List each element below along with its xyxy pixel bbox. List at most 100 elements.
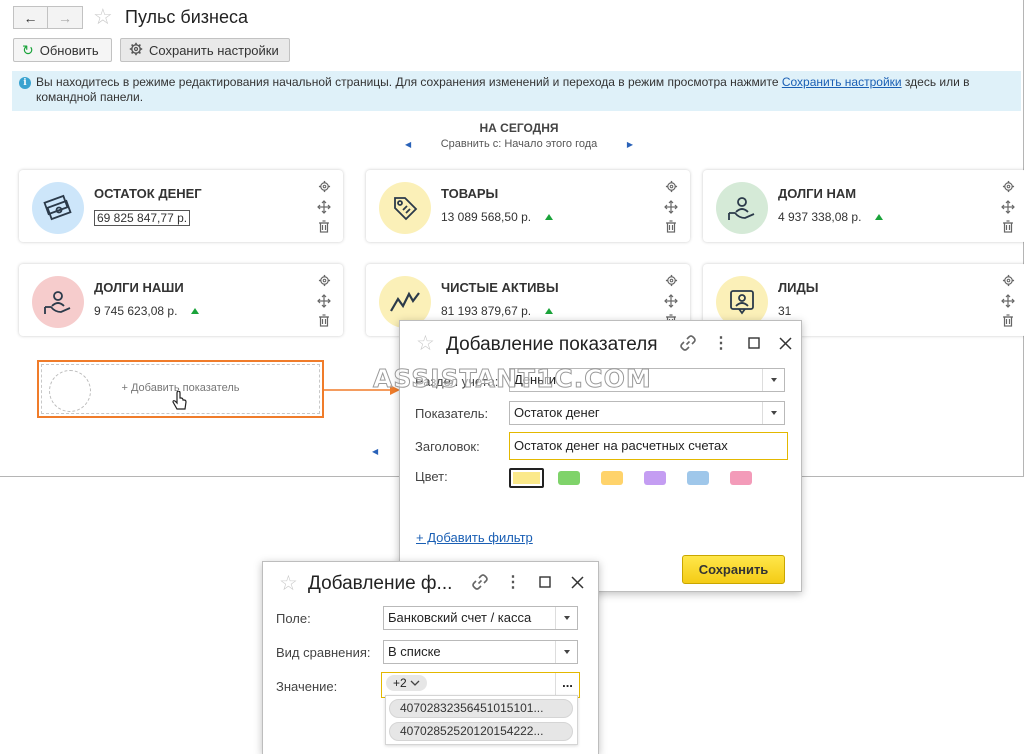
indicator-value: Остаток денег — [514, 405, 600, 420]
move-icon[interactable] — [1001, 199, 1015, 214]
field-select[interactable]: Банковский счет / касса — [383, 606, 578, 630]
save-settings-link[interactable]: Сохранить настройки — [782, 75, 902, 89]
gear-icon[interactable] — [1001, 273, 1015, 288]
indicator-card[interactable]: ТОВАРЫ 13 089 568,50 р. — [366, 170, 690, 242]
color-swatch-selected[interactable] — [509, 468, 544, 488]
maximize-icon[interactable] — [536, 573, 554, 591]
value-label: Значение: — [276, 679, 338, 694]
dialog-header: ☆ Добавление ф... ⋮ — [263, 562, 598, 606]
gear-icon — [129, 42, 143, 59]
gear-icon[interactable] — [317, 179, 331, 194]
dropdown-button[interactable] — [555, 607, 577, 629]
indicator-card[interactable]: ОСТАТОК ДЕНЕГ 69 825 847,77 р. — [19, 170, 343, 242]
gear-icon[interactable] — [664, 273, 678, 288]
chevron-down-icon — [563, 650, 570, 654]
card-tools — [1001, 179, 1015, 234]
add-filter-dialog: ☆ Добавление ф... ⋮ Поле: Банковский сче… — [262, 561, 599, 754]
watermark: ASSISTANT1C.COM — [373, 364, 652, 394]
close-icon[interactable] — [776, 334, 794, 352]
compare-period: ◀ Сравнить с: Начало этого года ▶ — [405, 138, 633, 150]
prev-arrow-icon[interactable]: ◀ — [372, 447, 378, 456]
dropdown-button[interactable] — [762, 402, 784, 424]
trash-icon[interactable] — [1001, 219, 1015, 234]
color-swatch-green[interactable] — [558, 471, 580, 485]
arrow-left-icon: ← — [23, 9, 38, 26]
refresh-label: Обновить — [39, 42, 99, 58]
favorite-star-icon[interactable]: ☆ — [93, 6, 113, 28]
move-icon[interactable] — [1001, 293, 1015, 308]
dialog-title: Добавление ф... — [308, 573, 453, 594]
chevron-down-icon — [410, 676, 420, 690]
choose-button[interactable]: ... — [555, 673, 579, 697]
indicator-select[interactable]: Остаток денег — [509, 401, 785, 425]
nav-buttons: ← → — [13, 6, 83, 29]
favorite-star-icon[interactable]: ☆ — [279, 573, 298, 594]
link-icon[interactable] — [471, 573, 489, 591]
more-icon[interactable]: ⋮ — [504, 573, 522, 591]
color-swatch-orange[interactable] — [601, 471, 623, 485]
trash-icon[interactable] — [317, 219, 331, 234]
card-value-text: 9 745 623,08 р. — [94, 304, 178, 318]
value-chip[interactable]: 40702832356451015101... — [389, 699, 573, 718]
chevron-down-icon — [770, 411, 777, 415]
card-value: 4 937 338,08 р. — [778, 210, 884, 224]
refresh-button[interactable]: ↻ Обновить — [13, 38, 112, 62]
color-label: Цвет: — [415, 469, 448, 484]
indicator-card[interactable]: ДОЛГИ НАМ 4 937 338,08 р. — [703, 170, 1024, 242]
move-icon[interactable] — [317, 199, 331, 214]
value-count-chip[interactable]: +2 — [386, 675, 427, 691]
card-title: ДОЛГИ НАМ — [778, 186, 857, 201]
heading-input[interactable]: Остаток денег на расчетных счетах — [509, 432, 788, 460]
field-value: Банковский счет / касса — [388, 610, 532, 625]
info-text: Вы находитесь в режиме редактирования на… — [36, 75, 782, 89]
trend-up-icon — [191, 308, 200, 314]
hand-cursor-icon — [171, 390, 189, 418]
compare-label[interactable]: Сравнить с: Начало этого года — [441, 138, 598, 150]
color-swatch-purple[interactable] — [644, 471, 666, 485]
gear-icon[interactable] — [317, 273, 331, 288]
save-button[interactable]: Сохранить — [682, 555, 785, 584]
gear-icon[interactable] — [664, 179, 678, 194]
card-title: ОСТАТОК ДЕНЕГ — [94, 186, 202, 201]
favorite-star-icon[interactable]: ☆ — [416, 333, 435, 354]
chevron-down-icon — [563, 616, 570, 620]
info-bar: i Вы находитесь в режиме редактирования … — [12, 71, 1021, 111]
link-icon[interactable] — [679, 334, 697, 352]
maximize-icon[interactable] — [745, 334, 763, 352]
more-icon[interactable]: ⋮ — [712, 334, 730, 352]
trend-up-icon — [545, 214, 554, 220]
value-chip[interactable]: 40702852520120154222... — [389, 722, 573, 741]
gear-icon[interactable] — [1001, 179, 1015, 194]
value-count: +2 — [393, 676, 407, 690]
forward-button[interactable]: → — [48, 6, 83, 29]
back-button[interactable]: ← — [13, 6, 48, 29]
card-value: 31 — [778, 304, 791, 318]
next-period-icon[interactable]: ▶ — [627, 140, 633, 149]
hand-person-icon — [716, 182, 768, 234]
card-tools — [664, 179, 678, 234]
color-swatch-blue[interactable] — [687, 471, 709, 485]
add-filter-link[interactable]: + Добавить фильтр — [416, 530, 533, 545]
trash-icon[interactable] — [664, 219, 678, 234]
hand-person-icon — [32, 276, 84, 328]
move-icon[interactable] — [317, 293, 331, 308]
trash-icon[interactable] — [317, 313, 331, 328]
dropdown-button[interactable] — [762, 369, 784, 391]
refresh-icon: ↻ — [22, 41, 34, 58]
color-swatch-pink[interactable] — [730, 471, 752, 485]
move-icon[interactable] — [664, 293, 678, 308]
card-tools — [317, 179, 331, 234]
trash-icon[interactable] — [1001, 313, 1015, 328]
indicator-card[interactable]: ДОЛГИ НАШИ 9 745 623,08 р. — [19, 264, 343, 336]
money-icon — [32, 182, 84, 234]
card-tools — [317, 273, 331, 328]
card-value-text: 4 937 338,08 р. — [778, 210, 862, 224]
dialog-header: ☆ Добавление показателя ⋮ — [400, 321, 801, 365]
previous-period-icon[interactable]: ◀ — [405, 140, 411, 149]
card-value-text: 69 825 847,77 р. — [94, 210, 191, 226]
dropdown-button[interactable] — [555, 641, 577, 663]
comparison-select[interactable]: В списке — [383, 640, 578, 664]
close-icon[interactable] — [568, 573, 586, 591]
move-icon[interactable] — [664, 199, 678, 214]
save-settings-button[interactable]: Сохранить настройки — [120, 38, 290, 62]
